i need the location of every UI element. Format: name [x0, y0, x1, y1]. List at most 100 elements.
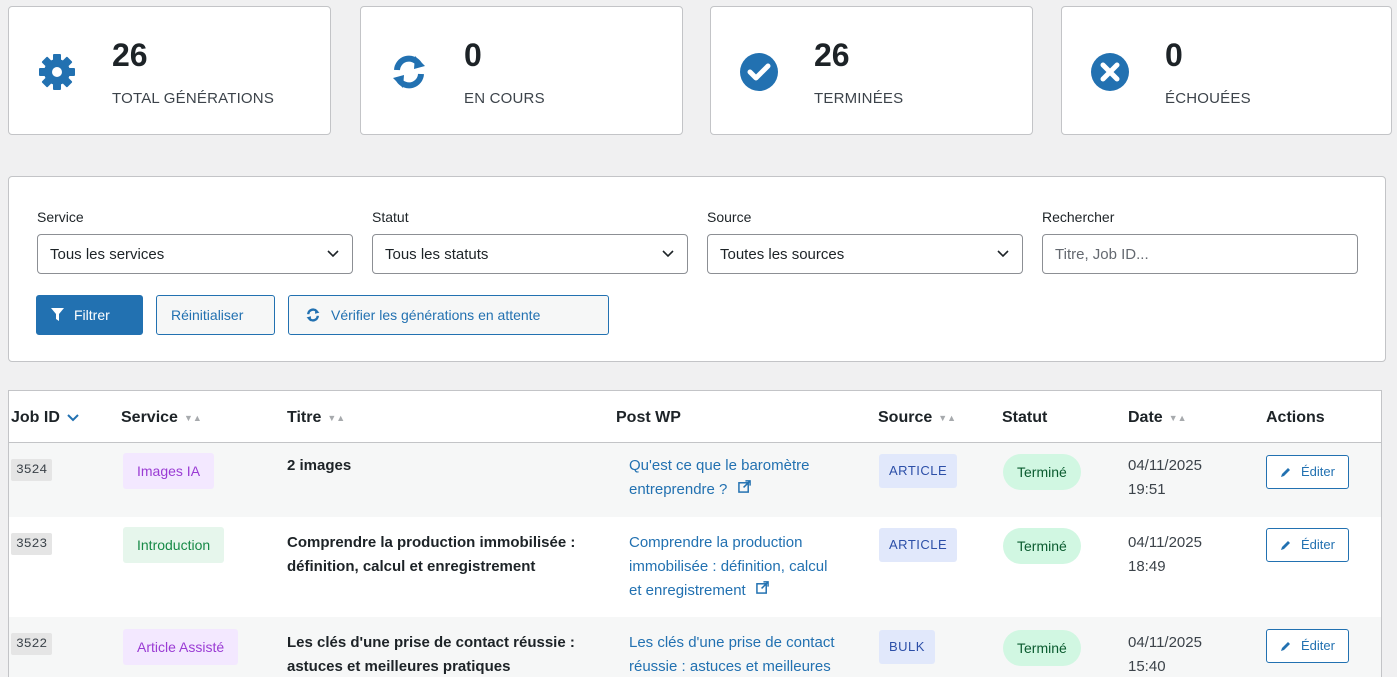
col-post-wp: Post WP — [616, 409, 681, 427]
pencil-icon — [1281, 541, 1290, 550]
filter-search: Rechercher Titre, Job ID... — [1042, 209, 1358, 274]
filter-service: Service Tous les services — [37, 209, 353, 274]
row-title: Comprendre la production immobilisée : d… — [287, 531, 575, 579]
status-badge: Terminé — [1003, 630, 1081, 666]
external-link-icon — [737, 480, 751, 493]
pencil-icon — [1281, 468, 1290, 477]
service-badge: Introduction — [123, 527, 225, 563]
row-title-line: astuces et meilleures pratiques — [287, 658, 511, 675]
edit-button[interactable]: Éditer — [1266, 528, 1349, 562]
col-service-label: Service — [121, 409, 178, 426]
post-link[interactable]: Qu'est ce que le baromètre entreprendre … — [629, 454, 809, 502]
edit-button-label: Éditer — [1301, 638, 1335, 653]
source-select-value: Toutes les sources — [720, 245, 845, 263]
filter-search-label: Rechercher — [1042, 209, 1115, 225]
row-date-day: 04/11/2025 — [1128, 534, 1202, 551]
col-titre[interactable]: Titre ▼▲ — [287, 409, 345, 427]
sort-icon: ▼▲ — [183, 413, 202, 423]
stat-card-done: 26 TERMINÉES — [710, 6, 1033, 135]
job-id: 3524 — [11, 459, 53, 481]
row-title-line: 2 images — [287, 457, 352, 474]
chevron-down-icon — [997, 250, 1009, 258]
row-date: 04/11/2025 18:49 — [1128, 531, 1202, 579]
service-badge: Article Assisté — [123, 629, 239, 665]
table-header: Job ID Service ▼▲ Titre ▼▲ Post WP Source ▼… — [9, 391, 1381, 443]
reset-button-label: Réinitialiser — [171, 307, 244, 323]
post-link-line: réussie : astuces et meilleures — [629, 658, 831, 675]
row-date: 04/11/2025 15:40 — [1128, 631, 1202, 677]
status-badge: Terminé — [1003, 454, 1081, 490]
post-link-line: entreprendre ? — [629, 481, 728, 498]
source-badge: ARTICLE — [879, 454, 958, 488]
refresh-icon — [393, 55, 425, 89]
col-date-label: Date — [1128, 409, 1163, 426]
row-date-time: 18:49 — [1128, 558, 1166, 575]
table-row: 3523 Introduction Comprendre la producti… — [9, 517, 1381, 617]
chevron-down-icon — [662, 250, 674, 258]
stat-failed-label: ÉCHOUÉES — [1165, 90, 1251, 107]
gear-icon — [39, 54, 75, 90]
reset-button[interactable]: Réinitialiser — [156, 295, 275, 335]
filter-icon — [51, 308, 64, 321]
stat-running-label: EN COURS — [464, 90, 545, 107]
col-actions: Actions — [1266, 409, 1325, 427]
col-statut-label: Statut — [1002, 409, 1048, 426]
job-id: 3523 — [11, 533, 53, 555]
stat-running-value: 0 — [464, 37, 482, 73]
post-link-line: Comprendre la production — [629, 534, 803, 551]
statut-select[interactable]: Tous les statuts — [372, 234, 688, 274]
post-link-line: Qu'est ce que le baromètre — [629, 457, 810, 474]
post-link-line: immobilisée : définition, calcul — [629, 558, 828, 575]
col-service[interactable]: Service ▼▲ — [121, 409, 202, 427]
chevron-down-icon — [327, 250, 339, 258]
sort-icon: ▼▲ — [938, 413, 957, 423]
edit-button[interactable]: Éditer — [1266, 455, 1349, 489]
row-date-day: 04/11/2025 — [1128, 457, 1202, 474]
x-circle-icon — [1091, 53, 1129, 91]
stat-card-running: 0 EN COURS — [360, 6, 683, 135]
service-select[interactable]: Tous les services — [37, 234, 353, 274]
stat-total-label: TOTAL GÉNÉRATIONS — [112, 90, 275, 107]
col-job-id[interactable]: Job ID — [11, 409, 79, 427]
col-actions-label: Actions — [1266, 409, 1325, 426]
statut-select-value: Tous les statuts — [385, 245, 489, 263]
filter-source-label: Source — [707, 209, 752, 225]
stat-total-value: 26 — [112, 37, 148, 73]
row-title: Les clés d'une prise de contact réussie … — [287, 631, 575, 677]
check-pending-button[interactable]: Vérifier les générations en attente — [288, 295, 609, 335]
col-statut: Statut — [1002, 409, 1047, 427]
job-id: 3522 — [11, 633, 53, 655]
refresh-icon — [306, 308, 320, 322]
stat-card-failed: 0 ÉCHOUÉES — [1061, 6, 1392, 135]
status-badge: Terminé — [1003, 528, 1081, 564]
search-input[interactable]: Titre, Job ID... — [1042, 234, 1358, 274]
row-date-time: 19:51 — [1128, 481, 1166, 498]
filter-source: Source Toutes les sources — [707, 209, 1023, 274]
post-link[interactable]: Les clés d'une prise de contact réussie … — [629, 631, 835, 677]
row-title-line: Comprendre la production immobilisée : — [287, 534, 576, 551]
post-link[interactable]: Comprendre la production immobilisée : d… — [629, 531, 827, 603]
post-link-line: et enregistrement — [629, 582, 746, 599]
check-pending-label: Vérifier les générations en attente — [331, 307, 541, 323]
source-badge: BULK — [879, 630, 935, 664]
filter-statut-label: Statut — [372, 209, 409, 225]
source-select[interactable]: Toutes les sources — [707, 234, 1023, 274]
row-title: 2 images — [287, 454, 351, 478]
search-placeholder: Titre, Job ID... — [1055, 245, 1149, 263]
col-job-id-label: Job ID — [11, 409, 60, 426]
stat-done-label: TERMINÉES — [814, 90, 904, 107]
edit-button[interactable]: Éditer — [1266, 629, 1349, 663]
col-post-wp-label: Post WP — [616, 409, 681, 426]
service-badge: Images IA — [123, 453, 215, 489]
generations-table: Job ID Service ▼▲ Titre ▼▲ Post WP Source ▼… — [8, 390, 1382, 677]
col-date[interactable]: Date ▼▲ — [1128, 409, 1187, 427]
stat-failed-value: 0 — [1165, 37, 1183, 73]
col-source[interactable]: Source ▼▲ — [878, 409, 956, 427]
source-badge: ARTICLE — [879, 528, 958, 562]
table-row: 3524 Images IA 2 images Qu'est ce que le… — [9, 443, 1381, 517]
row-date-time: 15:40 — [1128, 658, 1166, 675]
col-titre-label: Titre — [287, 409, 322, 426]
filter-button[interactable]: Filtrer — [36, 295, 143, 335]
stat-card-total: 26 TOTAL GÉNÉRATIONS — [8, 6, 331, 135]
stat-done-value: 26 — [814, 37, 850, 73]
